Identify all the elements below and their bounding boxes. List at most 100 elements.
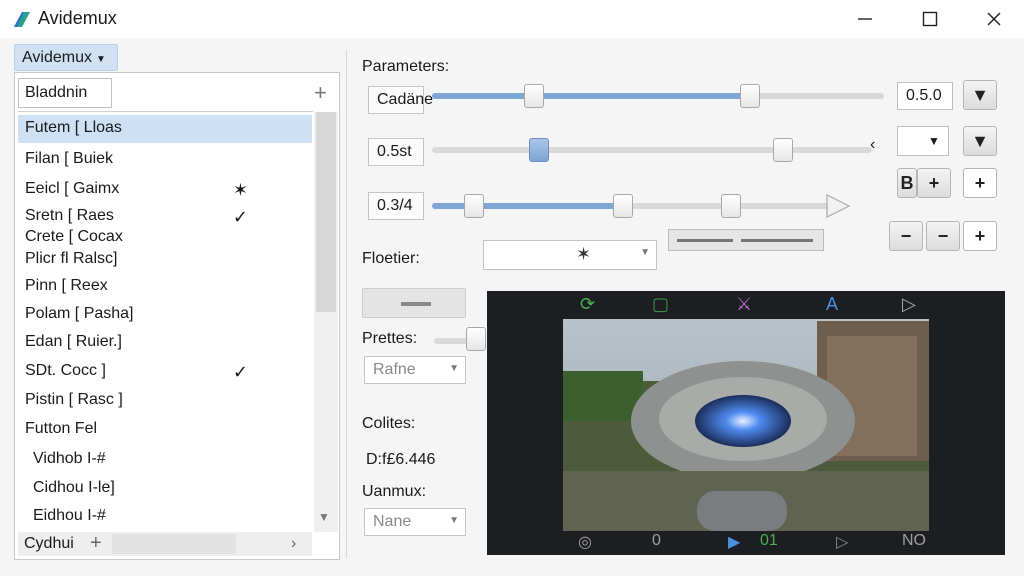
- filter-list-item[interactable]: Eidhou I-#: [18, 503, 312, 531]
- floater-star-icon: ✶: [576, 244, 592, 264]
- row1-label-field[interactable]: Cadäne: [368, 86, 433, 114]
- caret-down-icon: ▼: [95, 54, 106, 65]
- filter-item-label: Futem [ Lloas: [25, 119, 122, 136]
- plus-button-3[interactable]: +: [963, 221, 997, 251]
- horizontal-scrollbar[interactable]: [112, 534, 236, 554]
- parameters-heading: Parameters:: [362, 58, 450, 75]
- checkmark-icon: ✶: [232, 180, 248, 200]
- row2-dropdown-button[interactable]: ▼: [963, 126, 997, 156]
- filter-item-label: Pinn [ Reex: [25, 277, 108, 294]
- filter-list-item[interactable]: Futton Fel: [18, 416, 312, 444]
- filter-list-item[interactable]: Plicr fl Ralsc]: [18, 246, 312, 274]
- prettes-caret-icon: ▼: [449, 363, 459, 374]
- bottom-add-icon[interactable]: +: [90, 532, 102, 555]
- row3-slider-thumb-b[interactable]: [613, 194, 633, 218]
- filter-item-label: Eeicl [ Gaimx: [25, 180, 120, 197]
- filter-item-label: Edan [ Ruier.]: [25, 333, 122, 350]
- window-title: Avidemux: [38, 8, 117, 28]
- play-outline-icon[interactable]: ▷: [902, 294, 916, 315]
- filter-list-item[interactable]: Pinn [ Reex: [18, 273, 312, 301]
- segment-bar-1: [677, 239, 733, 242]
- uanmux-dropdown-value: Nane: [373, 513, 412, 530]
- filter-item-label: SDt. Cocc ]: [25, 362, 106, 379]
- row2-slider-thumb-a[interactable]: [529, 138, 549, 162]
- app-logo-icon: [14, 12, 30, 27]
- video-preview: [487, 291, 1005, 555]
- scrollbar-thumb[interactable]: [316, 112, 336, 312]
- uanmux-label: Uanmux:: [362, 483, 427, 500]
- app-menu-button[interactable]: Avidemux ▼: [14, 44, 118, 71]
- filter-list-item[interactable]: Cidhou I-le]: [18, 475, 312, 503]
- close-icon[interactable]: [964, 0, 1024, 38]
- preview-left-icon[interactable]: ◎: [578, 532, 592, 552]
- play-icon[interactable]: ▶: [728, 532, 740, 552]
- bottom-label: Cydhui: [24, 535, 74, 552]
- search-input[interactable]: Blаddnin: [18, 78, 112, 108]
- checkmark-icon: ✓: [232, 362, 248, 382]
- floater-dropdown[interactable]: ✶ ▼: [483, 240, 657, 270]
- brush-icon[interactable]: ⚔: [736, 294, 752, 315]
- filter-list-item[interactable]: Filan [ Buiek: [18, 146, 312, 174]
- filter-list-item[interactable]: Vidhob I-#: [18, 446, 312, 474]
- filter-item-label: Filan [ Buiek: [25, 150, 114, 167]
- refresh-icon[interactable]: ⟳: [580, 294, 595, 315]
- transport-slider[interactable]: [362, 288, 466, 318]
- row1-slider-thumb-a[interactable]: [524, 84, 544, 108]
- segment-slider[interactable]: [668, 229, 824, 251]
- row1-slider-fill: [432, 93, 752, 99]
- filter-item-label: Vidhob I-#: [33, 450, 106, 467]
- row1-value-spinbox[interactable]: 0.5.0: [897, 82, 953, 110]
- uanmux-caret-icon: ▼: [449, 515, 459, 526]
- filter-item-label: Pistin [ Rasc ]: [25, 391, 123, 408]
- frame-counter: 01: [760, 532, 778, 549]
- uanmux-dropdown[interactable]: Nane ▼: [364, 508, 466, 536]
- scroll-right-icon[interactable]: ›: [291, 535, 296, 553]
- row2-value-spinbox[interactable]: [897, 126, 949, 156]
- row2-end-marker-icon: ‹: [870, 136, 876, 153]
- minus-button-2[interactable]: −: [926, 221, 960, 251]
- preview-mark-icon[interactable]: 0: [652, 532, 661, 550]
- add-filter-icon[interactable]: +: [314, 80, 327, 106]
- b-button[interactable]: B: [897, 168, 917, 198]
- filter-list-item[interactable]: SDt. Cocc ] ✓: [18, 358, 312, 386]
- maximize-icon[interactable]: [900, 0, 960, 38]
- next-frame-icon[interactable]: ▷: [836, 532, 848, 552]
- filter-list-item[interactable]: Polam [ Pasha]: [18, 301, 312, 329]
- prettes-slider-thumb[interactable]: [466, 327, 486, 351]
- prettes-label: Prettes:: [362, 330, 418, 347]
- filter-item-label: Crete [ Cocax: [25, 228, 123, 245]
- app-menu-label: Avidemux: [22, 49, 92, 66]
- floater-caret-icon: ▼: [640, 247, 650, 258]
- list-divider: [18, 111, 313, 112]
- row3-arrow-icon[interactable]: [824, 192, 852, 220]
- floater-label: Floetier:: [362, 250, 420, 267]
- preview-scene: [563, 319, 929, 531]
- filter-list-item[interactable]: Futem [ Lloas: [18, 115, 312, 143]
- plus-button-1[interactable]: +: [917, 168, 951, 198]
- scroll-down-icon[interactable]: ▼: [318, 510, 330, 524]
- row3-slider-thumb-c[interactable]: [721, 194, 741, 218]
- row1-dropdown-button[interactable]: ▼: [963, 80, 997, 110]
- filter-list-item[interactable]: Eeicl [ Gaimx ✶: [18, 176, 312, 204]
- transport-bar: [401, 302, 431, 306]
- minimize-icon[interactable]: [835, 0, 895, 38]
- prettes-dropdown[interactable]: Rafne ▼: [364, 356, 466, 384]
- row1-slider-thumb-b[interactable]: [740, 84, 760, 108]
- colites-value: D:f£6.446: [366, 451, 436, 468]
- row3-label-field[interactable]: 0.3/4: [368, 192, 424, 220]
- filter-list-item[interactable]: Edan [ Ruier.]: [18, 329, 312, 357]
- minus-button-1[interactable]: −: [889, 221, 923, 251]
- filter-item-label: Plicr fl Ralsc]: [25, 250, 118, 267]
- square-icon[interactable]: ▢: [652, 294, 669, 315]
- row2-label-field[interactable]: 0.5st: [368, 138, 424, 166]
- filter-item-label: Polam [ Pasha]: [25, 305, 134, 322]
- plus-button-2[interactable]: +: [963, 168, 997, 198]
- text-icon[interactable]: A: [826, 294, 838, 315]
- row2-slider-thumb-b[interactable]: [773, 138, 793, 162]
- filter-list-item[interactable]: Pistin [ Rasc ]: [18, 387, 312, 415]
- row3-slider-thumb-a[interactable]: [464, 194, 484, 218]
- row2-slider-track[interactable]: [432, 147, 872, 153]
- filter-item-label: Eidhou I-#: [33, 507, 106, 524]
- panel-divider: [346, 50, 347, 558]
- filter-item-label: Futton Fel: [25, 420, 98, 437]
